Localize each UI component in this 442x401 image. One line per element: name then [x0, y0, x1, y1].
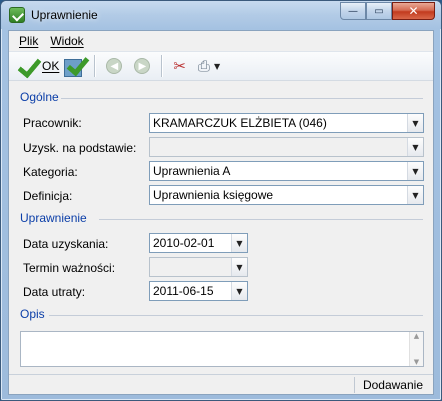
tools-icon: ✂: [173, 57, 186, 75]
chevron-down-icon[interactable]: ▼: [231, 282, 247, 300]
definicja-select[interactable]: Uprawnienia księgowe ▼: [149, 185, 424, 205]
termin-waznosci-label: Termin ważności:: [23, 261, 116, 275]
section-divider: [61, 98, 423, 99]
data-utraty-label: Data utraty:: [23, 285, 86, 299]
termin-waznosci-input[interactable]: ▼: [149, 257, 248, 277]
definicja-label: Definicja:: [23, 189, 73, 203]
scroll-up-icon[interactable]: ▲: [414, 332, 419, 340]
chevron-down-icon[interactable]: ▼: [231, 258, 247, 276]
description-textarea[interactable]: ▲ ▼: [20, 331, 424, 367]
chevron-down-icon[interactable]: ▼: [407, 186, 423, 204]
back-button[interactable]: ◀: [100, 54, 128, 78]
toolbar-separator: [161, 55, 163, 77]
toolbar: OK ◀ ▶ ✂ ⎙ ▼: [9, 51, 433, 81]
data-uzyskania-label: Data uzyskania:: [23, 237, 109, 251]
uzysk-label: Uzysk. na podstawie:: [23, 141, 137, 155]
toolbar-separator: [94, 55, 96, 77]
data-uzyskania-input[interactable]: 2010-02-01 ▼: [149, 233, 248, 253]
window: Uprawnienie — ▭ ✕ Plik Widok OK ◀ ▶ ✂ ⎙ …: [0, 0, 442, 401]
check-document-icon: [63, 55, 87, 77]
section-divider: [99, 219, 423, 220]
scroll-down-icon[interactable]: ▼: [414, 358, 419, 366]
status-divider: [353, 376, 355, 393]
section-divider: [49, 315, 423, 316]
chevron-down-icon[interactable]: ▼: [407, 162, 423, 180]
kategoria-value: Uprawnienia A: [153, 164, 231, 178]
pracownik-label: Pracownik:: [23, 116, 82, 130]
ok-button[interactable]: OK: [15, 54, 61, 78]
maximize-button[interactable]: ▭: [366, 2, 392, 20]
window-title: Uprawnienie: [31, 8, 98, 22]
chevron-down-icon[interactable]: ▼: [214, 62, 220, 71]
title-bar[interactable]: Uprawnienie — ▭ ✕: [1, 1, 441, 29]
section-permission-heading: Uprawnienie: [20, 211, 87, 225]
chevron-down-icon[interactable]: ▼: [407, 138, 423, 156]
status-bar: Dodawanie: [9, 374, 433, 394]
save-check-button[interactable]: [61, 54, 89, 78]
ok-label: OK: [42, 59, 60, 73]
section-description-heading: Opis: [20, 307, 45, 321]
menu-plik[interactable]: Plik: [13, 34, 44, 48]
status-mode: Dodawanie: [362, 377, 423, 392]
pracownik-select[interactable]: KRAMARCZUK ELŻBIETA (046) ▼: [149, 113, 424, 133]
menu-bar: Plik Widok: [9, 31, 433, 51]
print-button[interactable]: ⎙ ▼: [192, 54, 222, 78]
data-uzyskania-value: 2010-02-01: [153, 236, 215, 250]
chevron-down-icon[interactable]: ▼: [231, 234, 247, 252]
close-button[interactable]: ✕: [392, 2, 435, 20]
minimize-button[interactable]: —: [340, 2, 366, 20]
scrollbar[interactable]: ▲ ▼: [409, 332, 423, 366]
kategoria-label: Kategoria:: [23, 165, 78, 179]
printer-icon: ⎙: [197, 57, 210, 75]
uzysk-select[interactable]: ▼: [149, 137, 424, 157]
section-general-heading: Ogólne: [20, 90, 59, 104]
definicja-value: Uprawnienia księgowe: [153, 188, 274, 202]
check-icon: [17, 55, 39, 77]
kategoria-select[interactable]: Uprawnienia A ▼: [149, 161, 424, 181]
chevron-down-icon[interactable]: ▼: [407, 114, 423, 132]
menu-widok[interactable]: Widok: [44, 34, 89, 48]
back-arrow-icon: ◀: [106, 58, 123, 74]
pracownik-value: KRAMARCZUK ELŻBIETA (046): [153, 116, 327, 130]
tools-button[interactable]: ✂: [167, 54, 192, 78]
forward-arrow-icon: ▶: [134, 58, 151, 74]
data-utraty-input[interactable]: 2011-06-15 ▼: [149, 281, 248, 301]
forward-button[interactable]: ▶: [128, 54, 156, 78]
caption-buttons: — ▭ ✕: [340, 2, 435, 20]
data-utraty-value: 2011-06-15: [153, 284, 214, 298]
app-check-icon[interactable]: [9, 7, 25, 23]
client-area: Plik Widok OK ◀ ▶ ✂ ⎙ ▼ Ogólne Pracownik…: [8, 30, 434, 395]
